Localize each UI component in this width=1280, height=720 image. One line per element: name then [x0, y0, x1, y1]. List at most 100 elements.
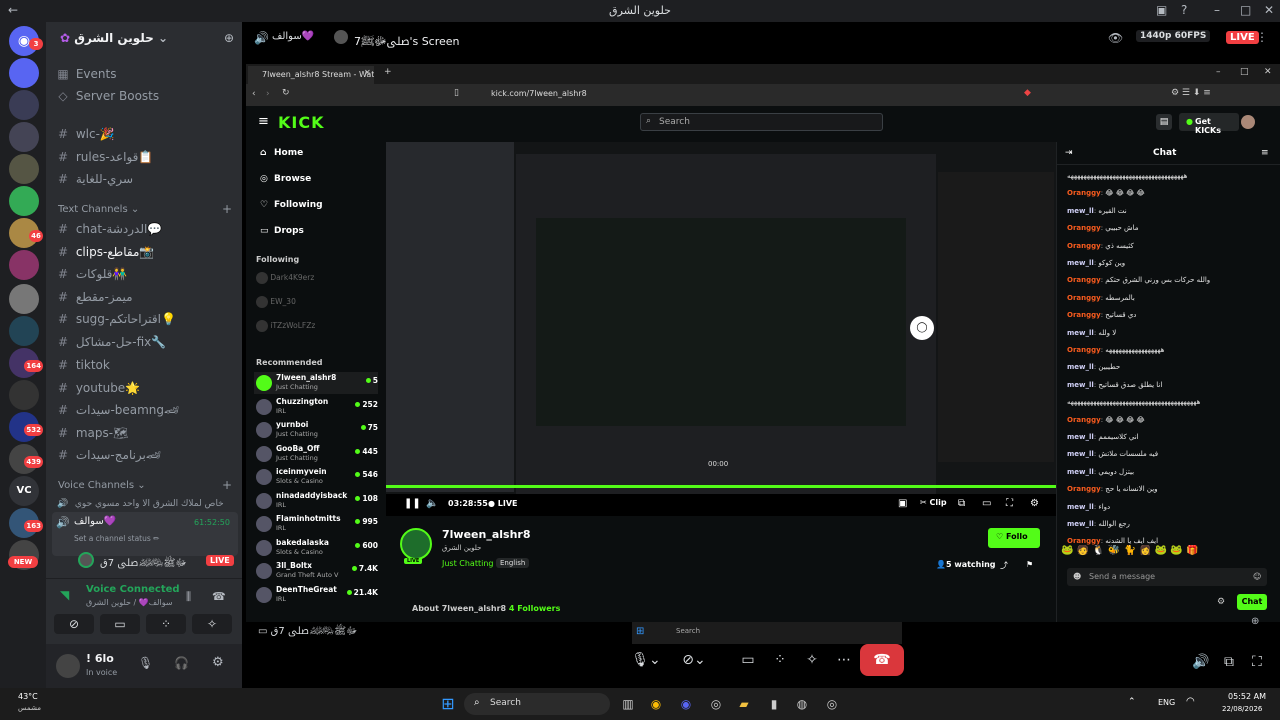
screen-share-button[interactable]: ▭ — [100, 614, 140, 634]
noise-suppression-icon[interactable]: ⫼ — [186, 590, 191, 604]
follow-button[interactable]: ♡ Follo — [988, 528, 1040, 548]
channel-fix[interactable]: # حل-مشاكل-fix🔧 — [54, 332, 236, 352]
minimize-icon[interactable]: – — [1214, 3, 1220, 17]
app-icon[interactable]: ▮ — [764, 694, 784, 714]
extensions-icon[interactable]: ⚙ ☰ ⬇ ≡ — [1171, 88, 1211, 98]
weather-temp[interactable]: 43°C — [18, 692, 38, 701]
voice-channel-private[interactable]: 🔊 خاص لملاك الشرق الا واحد مسوي حوي — [54, 494, 236, 514]
camera-off-button[interactable]: ⊘ — [54, 614, 94, 634]
chat-username[interactable]: Oranggy — [1067, 242, 1101, 250]
avatar[interactable] — [1241, 115, 1255, 129]
stream-category[interactable]: Just Chatting — [442, 559, 493, 568]
zoom-icon[interactable]: ⊕ — [1251, 616, 1259, 627]
popout-icon[interactable]: ⧉ — [1224, 654, 1234, 670]
avatar[interactable] — [78, 552, 94, 568]
chat-username[interactable]: Oranggy — [1067, 189, 1101, 197]
camera-button[interactable]: ⊘⌄ — [672, 644, 716, 676]
app-icon[interactable]: ◍ — [792, 694, 812, 714]
channel-beamng[interactable]: # سيدات-beamng🏎 — [54, 400, 236, 420]
language-tag[interactable]: English — [496, 558, 530, 568]
chat-username[interactable]: mew_ll — [1067, 259, 1094, 267]
channel-secret[interactable]: # سري-للغاية — [54, 169, 236, 189]
discord-icon[interactable]: ◉ — [676, 694, 696, 714]
chat-username[interactable]: mew_ll — [1067, 329, 1094, 337]
voice-channel-title[interactable]: سوالف💜 — [272, 31, 314, 42]
disconnect-icon[interactable]: ☎ — [212, 590, 226, 603]
maximize-icon[interactable]: □ — [1240, 3, 1251, 17]
add-channel-icon[interactable]: + — [222, 478, 232, 492]
settings-gear-icon[interactable]: ⚙ — [212, 655, 224, 670]
channel-chat[interactable]: # chat-الدردشة💬 — [54, 219, 236, 239]
chat-username[interactable]: mew_ll — [1067, 503, 1094, 511]
boosts-link[interactable]: ◇ Server Boosts — [54, 86, 236, 106]
nav-following[interactable]: ♡ Following — [260, 200, 323, 210]
forward-icon[interactable]: › — [266, 89, 270, 99]
channel-sugg[interactable]: # sugg-اقتراحاتكم💡 — [54, 309, 236, 329]
recommended-channel[interactable]: 7lween_alshr8 Just Chatting 5 — [254, 372, 378, 394]
channel-youtube[interactable]: # youtube🌟 — [54, 378, 236, 398]
emoji-icon[interactable]: ☺ — [1253, 572, 1261, 581]
share-icon[interactable]: ⤴ — [1000, 560, 1008, 571]
server-icon[interactable] — [9, 90, 39, 120]
channel-maps[interactable]: # maps-🗺 — [54, 423, 236, 443]
back-icon[interactable]: ‹ — [252, 89, 256, 99]
report-icon[interactable]: ⚑ — [1026, 560, 1033, 569]
voice-user-name[interactable]: ﷻﷺ﷽ﷹ 7ق — [100, 554, 187, 573]
server-icon[interactable] — [9, 58, 39, 88]
clip-button[interactable]: ✂ Clip — [920, 498, 947, 507]
chat-username[interactable]: mew_ll — [1067, 450, 1094, 458]
chat-username[interactable]: Oranggy — [1067, 416, 1101, 424]
microphone-icon[interactable]: 🎙 — [138, 656, 153, 670]
text-category[interactable]: Text Channels ⌄ — [58, 204, 139, 215]
back-icon[interactable]: ← — [8, 3, 18, 17]
chat-username[interactable]: Oranggy — [1067, 485, 1101, 493]
avatar[interactable] — [56, 654, 80, 678]
followed-channel[interactable]: iTZzWoLFZz — [256, 320, 315, 332]
server-icon[interactable] — [9, 284, 39, 314]
streamer-name[interactable]: 7lween_alshr8 — [442, 528, 531, 541]
chat-username[interactable]: mew_ll — [1067, 433, 1094, 441]
close-icon[interactable]: ✕ — [1264, 3, 1274, 17]
channel-tiktok[interactable]: # tiktok — [54, 355, 236, 375]
channel-program[interactable]: # برنامج-سيدات🏎 — [54, 445, 236, 465]
channel-item[interactable]: # قلوكات👫 — [54, 264, 236, 284]
taskbar-search[interactable]: ⌕ Search — [464, 693, 610, 715]
recommended-channel[interactable]: ninadaddyisback IRL 108 — [254, 490, 378, 512]
volume-icon[interactable]: 🔊 — [1192, 654, 1209, 670]
brave-shield-icon[interactable]: ◆ — [1024, 88, 1031, 98]
signal-icon[interactable]: ◥ — [60, 588, 69, 602]
chat-username[interactable]: mew_ll — [1067, 207, 1094, 215]
new-badge[interactable]: NEW — [8, 556, 38, 568]
nav-home[interactable]: ⌂ Home — [260, 148, 303, 158]
events-link[interactable]: ▦ Events — [54, 64, 236, 84]
chat-settings-icon[interactable]: ⚙ — [1217, 597, 1225, 607]
soundboard-button[interactable]: ✧ — [192, 614, 232, 634]
chat-username[interactable]: Oranggy — [1067, 276, 1101, 284]
inbox-icon[interactable]: ▣ — [1156, 3, 1167, 17]
channel-item[interactable]: # ميمز-مقطع — [54, 287, 236, 307]
guild-header[interactable]: ✿ حلوين الشرق ⌄ — [46, 22, 242, 54]
url-field[interactable]: kick.com/7lween_alshr8 — [491, 89, 587, 98]
activities-button[interactable]: ⁘ — [146, 614, 186, 634]
minimize-icon[interactable]: – — [1216, 67, 1221, 77]
server-icon[interactable] — [9, 154, 39, 184]
disconnect-button[interactable]: ☎ — [860, 644, 904, 676]
headphones-icon[interactable]: 🎧 — [174, 656, 189, 670]
reload-icon[interactable]: ↻ — [282, 88, 290, 98]
steam-icon[interactable]: ◎ — [822, 694, 842, 714]
server-icon[interactable] — [9, 316, 39, 346]
chat-username[interactable]: Oranggy — [1067, 224, 1101, 232]
emote-bar[interactable]: 🐸 🧑 🐧 🐝 🐈 👩 🐸 🐸 🎁 — [1061, 545, 1275, 559]
user-name[interactable]: ! 6lo — [86, 652, 114, 665]
server-vc[interactable]: VC — [9, 476, 39, 506]
channel-status[interactable]: Set a channel status ✏ — [74, 534, 159, 543]
network-icon[interactable]: ◠ — [1186, 696, 1195, 707]
tray-chevron-icon[interactable]: ⌃ — [1128, 697, 1136, 707]
invite-icon[interactable]: ⊕ — [224, 31, 234, 45]
active-voice-channel[interactable]: 🔊 سوالف💜 61:52:50 Set a channel status ✏ — [52, 512, 238, 556]
channel-wlc[interactable]: # wlc-🎉 — [54, 124, 236, 144]
send-chat-button[interactable]: Chat — [1237, 594, 1267, 610]
close-tab-icon[interactable]: ✕ — [364, 68, 371, 77]
help-icon[interactable]: ? — [1181, 3, 1187, 17]
player-settings-icon[interactable]: ⚙ — [1030, 498, 1039, 509]
